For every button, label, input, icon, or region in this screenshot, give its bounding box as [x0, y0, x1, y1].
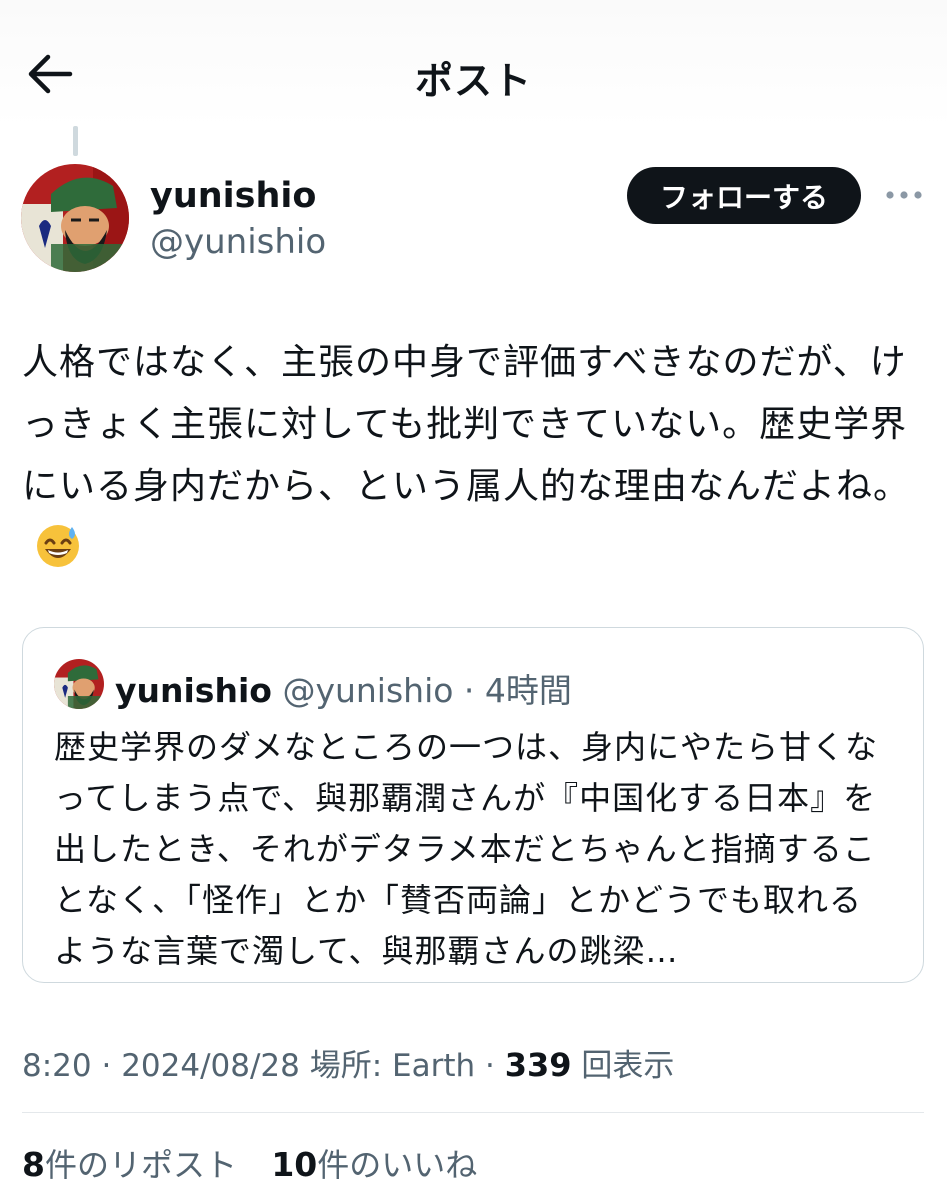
likes-label: 件のいいね [317, 1146, 478, 1184]
likes-link[interactable]: 10件のいいね [271, 1145, 478, 1184]
quoted-timestamp: 4時間 [484, 671, 572, 710]
views-label: 回表示 [581, 1048, 675, 1084]
top-bar: ポスト [0, 0, 947, 128]
more-horizontal-icon [886, 191, 922, 199]
quoted-post-card[interactable]: yunishio @yunishio · 4時間 歴史学界のダメなところの一つは… [22, 627, 924, 983]
author-display-name[interactable]: yunishio [150, 176, 316, 216]
reposts-link[interactable]: 8件のリポスト [22, 1145, 237, 1184]
divider [22, 1112, 924, 1113]
post-date[interactable]: 2024/08/28 [121, 1048, 300, 1084]
post-location: 場所: Earth [309, 1048, 476, 1084]
more-options-button[interactable] [884, 180, 924, 210]
quoted-avatar [54, 659, 104, 709]
thread-connector-line [73, 126, 78, 156]
follow-button[interactable]: フォローする [627, 167, 861, 224]
quoted-post-header: yunishio @yunishio · 4時間 [115, 664, 572, 712]
post-metadata: 8:20 · 2024/08/28 場所: Earth · 339 回表示 [22, 1040, 674, 1085]
engagement-stats: 8件のリポスト 10件のいいね [22, 1140, 477, 1186]
author-handle[interactable]: @yunishio [150, 222, 326, 262]
post-text: 人格ではなく、主張の中身で評価すべきなのだが、けっきょく主張に対しても批判できて… [22, 342, 911, 507]
quoted-post-text: 歴史学界のダメなところの一つは、身内にやたら甘くなってしまう点で、與那覇潤さんが… [54, 728, 879, 970]
reposts-count: 8 [22, 1145, 45, 1184]
meta-separator: · [91, 1048, 122, 1084]
quoted-display-name: yunishio [115, 671, 272, 710]
meta-separator: · [475, 1048, 505, 1084]
post-body: 人格ではなく、主張の中身で評価すべきなのだが、けっきょく主張に対しても批判できて… [22, 332, 927, 580]
reposts-label: 件のリポスト [44, 1146, 237, 1184]
quoted-separator: · [453, 671, 485, 710]
likes-count: 10 [271, 1145, 318, 1184]
avatar[interactable] [21, 164, 129, 272]
grinning-face-with-sweat-emoji [37, 525, 79, 567]
quoted-handle: @yunishio [282, 671, 454, 710]
views-count: 339 [504, 1046, 572, 1084]
post-time[interactable]: 8:20 [22, 1048, 92, 1084]
page-title: ポスト [414, 59, 532, 103]
